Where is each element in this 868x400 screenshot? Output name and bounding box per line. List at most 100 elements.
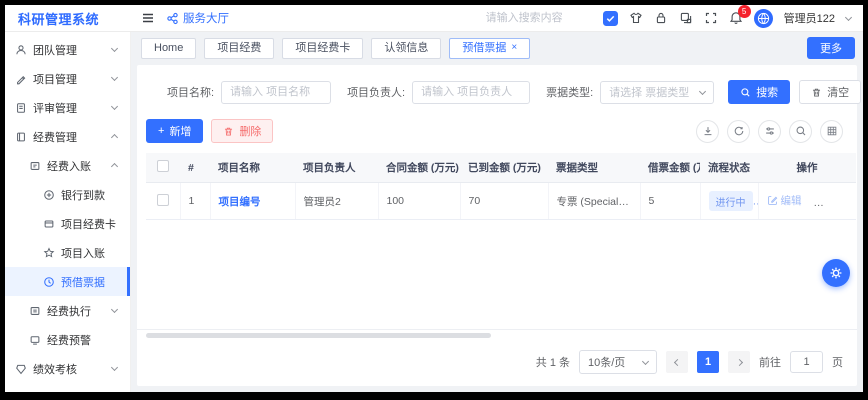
sidebar-item-funds-entry[interactable]: 经费入账: [5, 151, 130, 180]
download-icon: [702, 125, 714, 137]
tab-project-funds[interactable]: 项目经费: [204, 38, 274, 59]
global-search-input[interactable]: [484, 11, 592, 25]
service-hall-link[interactable]: 服务大厅: [166, 10, 229, 26]
chevron-down-icon: [111, 306, 118, 313]
col-invoice-type: 票据类型: [548, 153, 640, 183]
monitor-icon: [29, 334, 41, 346]
notification-bell[interactable]: 5: [729, 11, 743, 25]
chevron-left-icon: [673, 358, 680, 365]
sidebar-item-review[interactable]: 评审管理: [5, 93, 130, 122]
lock-icon[interactable]: [654, 11, 668, 25]
app-logo: 科研管理系统: [5, 9, 131, 28]
sidebar-item-performance[interactable]: 绩效考核: [5, 354, 130, 383]
project-name-link[interactable]: 项目编号: [219, 196, 261, 208]
my-research-icon: [15, 392, 27, 393]
settings-fab[interactable]: [822, 259, 850, 287]
gear-icon: [828, 265, 844, 281]
sidebar-item-my-research[interactable]: 我的科研: [5, 383, 130, 392]
header-right: 5 管理员122: [484, 9, 851, 28]
sidebar-item-funds-execution[interactable]: 经费执行: [5, 296, 130, 325]
column-settings-button[interactable]: [758, 120, 781, 143]
tab-project-fund-card[interactable]: 项目经费卡: [282, 38, 363, 59]
col-actions: 操作: [758, 153, 856, 183]
pagination: 共 1 条 10条/页 1 前往 页: [137, 338, 857, 386]
chevron-up-icon: [111, 134, 118, 141]
main-area: Home 项目经费 项目经费卡 认领信息 预借票据 × 更多 项目名称:: [131, 32, 863, 392]
filter-bar: 项目名称: 项目负责人: 票据类型: 请选择 票据类型: [137, 65, 857, 112]
project-name-label: 项目名称:: [167, 84, 214, 100]
sidebar-item-team[interactable]: 团队管理: [5, 35, 130, 64]
trash-icon: [223, 126, 234, 137]
sliders-icon: [764, 125, 776, 137]
sidebar-item-borrow-invoice[interactable]: 预借票据: [5, 267, 130, 296]
service-hall-label: 服务大厅: [183, 10, 229, 26]
next-page-button[interactable]: [728, 351, 750, 373]
cell-received-amount: 70: [460, 183, 548, 220]
flowchart-action[interactable]: 流程图: [813, 193, 856, 208]
grid-density-button[interactable]: [820, 120, 843, 143]
header-main: 服务大厅: [131, 9, 863, 28]
content-card: 项目名称: 项目负责人: 票据类型: 请选择 票据类型: [137, 65, 857, 386]
sidebar-item-project-entry[interactable]: 项目入账: [5, 238, 130, 267]
status-badge: 进行中: [709, 191, 753, 211]
skin-icon[interactable]: [629, 11, 643, 25]
chevron-down-icon: [111, 364, 118, 371]
page-1-button[interactable]: 1: [697, 351, 719, 373]
tab-home[interactable]: Home: [141, 38, 196, 59]
search-button[interactable]: 搜索: [728, 80, 790, 104]
table-row: 1 项目编号 管理员2 100 70 专票 (Special Invoice..…: [146, 183, 856, 220]
sidebar-item-project-fund-card[interactable]: 项目经费卡: [5, 209, 130, 238]
export-button[interactable]: [696, 120, 719, 143]
goto-page-input[interactable]: [790, 351, 823, 373]
col-borrow-amount: 借票金额 (万元): [640, 153, 700, 183]
project-leader-input[interactable]: [412, 81, 530, 104]
cell-contract-amount: 100: [378, 183, 460, 220]
invoice-type-select[interactable]: 请选择 票据类型: [600, 81, 714, 104]
clear-button[interactable]: 清空: [799, 80, 861, 104]
goto-label: 前往: [759, 354, 781, 370]
grid-icon: [826, 125, 838, 137]
edit-icon: [767, 195, 778, 206]
col-contract-amount: 合同金额 (万元): [378, 153, 460, 183]
cell-invoice-type: 专票 (Special Invoice...: [548, 183, 640, 220]
fullscreen-icon[interactable]: [704, 11, 718, 25]
delete-button[interactable]: 删除: [211, 119, 273, 143]
tab-claim-info[interactable]: 认领信息: [371, 38, 441, 59]
user-name[interactable]: 管理员122: [784, 10, 835, 26]
user-chevron-down-icon[interactable]: [845, 13, 852, 20]
notification-badge: 5: [738, 5, 751, 18]
avatar[interactable]: [754, 9, 773, 28]
magnifier-icon: [813, 195, 824, 206]
invoice-type-label: 票据类型:: [546, 84, 593, 100]
table-search-button[interactable]: [789, 120, 812, 143]
theme-square-icon[interactable]: [603, 11, 618, 26]
page-size-select[interactable]: 10条/页: [579, 350, 657, 374]
sidebar-item-bank-arrival[interactable]: 银行到款: [5, 180, 130, 209]
prev-page-button[interactable]: [666, 351, 688, 373]
sidebar-item-funds-warning[interactable]: 经费预警: [5, 325, 130, 354]
top-header: 科研管理系统 服务大厅: [5, 5, 863, 32]
refresh-button[interactable]: [727, 120, 750, 143]
col-project-name: 项目名称: [210, 153, 295, 183]
sidebar-item-funds[interactable]: 经费管理: [5, 122, 130, 151]
chevron-down-icon: [111, 45, 118, 52]
cell-index: 1: [180, 183, 210, 220]
layers-icon[interactable]: [679, 11, 693, 25]
chevron-down-icon: [699, 87, 706, 94]
tab-borrow-invoice[interactable]: 预借票据 ×: [449, 38, 530, 59]
project-name-input[interactable]: [221, 81, 331, 104]
select-all-checkbox[interactable]: [157, 160, 169, 172]
add-button[interactable]: + 新增: [146, 119, 203, 143]
project-icon: [15, 73, 27, 85]
plus-icon: +: [158, 125, 164, 137]
tab-bar: Home 项目经费 项目经费卡 认领信息 预借票据 × 更多: [131, 32, 863, 63]
star-icon: [43, 247, 55, 259]
more-button[interactable]: 更多: [807, 37, 855, 59]
sidebar-item-project[interactable]: 项目管理: [5, 64, 130, 93]
trash-icon: [811, 87, 822, 98]
edit-action[interactable]: 编辑: [767, 193, 802, 208]
execution-icon: [29, 305, 41, 317]
row-checkbox[interactable]: [157, 194, 169, 206]
menu-toggle-icon[interactable]: [141, 11, 155, 25]
close-tab-icon[interactable]: ×: [511, 43, 517, 53]
